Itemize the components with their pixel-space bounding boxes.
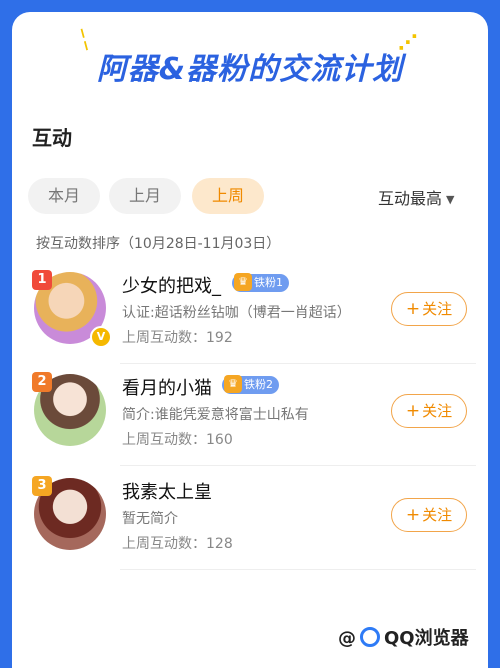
- interaction-count: 上周互动数：128: [122, 536, 233, 552]
- divider: [120, 363, 476, 364]
- sparkle-icon-right: ⋰: [398, 30, 418, 54]
- user-description: 认证:超话粉丝钻咖（博君一肖超话）: [122, 305, 351, 321]
- plus-icon: +: [405, 401, 421, 421]
- follow-button[interactable]: + 关注: [391, 394, 467, 428]
- rank-badge: 2: [32, 372, 52, 392]
- sort-dropdown[interactable]: 互动最高 ▼: [378, 185, 454, 209]
- follow-label: 关注: [422, 402, 453, 420]
- qq-browser-logo-icon: [360, 627, 380, 647]
- user-description: 暂无简介: [122, 511, 178, 527]
- rank-badge: 1: [32, 270, 52, 290]
- caret-down-icon: ▼: [446, 193, 455, 206]
- tab-last-month[interactable]: 上月: [109, 178, 181, 214]
- user-row[interactable]: 3 我素太上皇 暂无简介 上周互动数：128 + 关注: [24, 470, 476, 570]
- banner-title: 阿器&器粉的交流计划: [96, 44, 404, 92]
- fan-level-label: 铁粉2: [244, 378, 273, 391]
- user-description: 简介:谁能凭爱意将富士山私有: [122, 407, 309, 423]
- tab-this-month[interactable]: 本月: [28, 178, 100, 214]
- follow-label: 关注: [422, 300, 453, 318]
- sort-description: 按互动数排序（10月28日-11月03日）: [36, 236, 281, 252]
- follow-label: 关注: [422, 506, 453, 524]
- sort-label: 互动最高: [378, 189, 443, 208]
- crown-icon: ♛: [234, 273, 252, 291]
- user-name[interactable]: 我素太上皇: [122, 478, 212, 504]
- banner: 阿器&器粉的交流计划: [0, 38, 500, 98]
- interaction-count: 上周互动数：192: [122, 330, 233, 346]
- user-name[interactable]: 看月的小猫: [122, 374, 212, 400]
- section-title: 互动: [32, 126, 72, 150]
- follow-button[interactable]: + 关注: [391, 292, 467, 326]
- fan-level-badge: ♛ 铁粉2: [222, 375, 279, 394]
- watermark-at: @: [338, 628, 356, 649]
- watermark-text: QQ浏览器: [384, 628, 469, 649]
- plus-icon: +: [405, 505, 421, 525]
- fan-level-badge: ♛ 铁粉1: [232, 273, 289, 292]
- divider: [120, 569, 476, 570]
- browser-watermark: @ QQ浏览器: [338, 624, 469, 649]
- interaction-count: 上周互动数：160: [122, 432, 233, 448]
- divider: [120, 465, 476, 466]
- verified-icon: V: [90, 326, 112, 348]
- user-name[interactable]: 少女的把戏_: [122, 272, 221, 298]
- fan-level-label: 铁粉1: [254, 276, 283, 289]
- user-row[interactable]: 2 看月的小猫 ♛ 铁粉2 简介:谁能凭爱意将富士山私有 上周互动数：160 +…: [24, 366, 476, 466]
- rank-badge: 3: [32, 476, 52, 496]
- tab-last-week[interactable]: 上周: [192, 178, 264, 214]
- follow-button[interactable]: + 关注: [391, 498, 467, 532]
- crown-icon: ♛: [224, 375, 242, 393]
- plus-icon: +: [405, 299, 421, 319]
- user-row[interactable]: 1 V 少女的把戏_ ♛ 铁粉1 认证:超话粉丝钻咖（博君一肖超话） 上周互动数…: [24, 264, 476, 364]
- banner-title-text: 阿器&器粉的交流计划: [96, 52, 404, 87]
